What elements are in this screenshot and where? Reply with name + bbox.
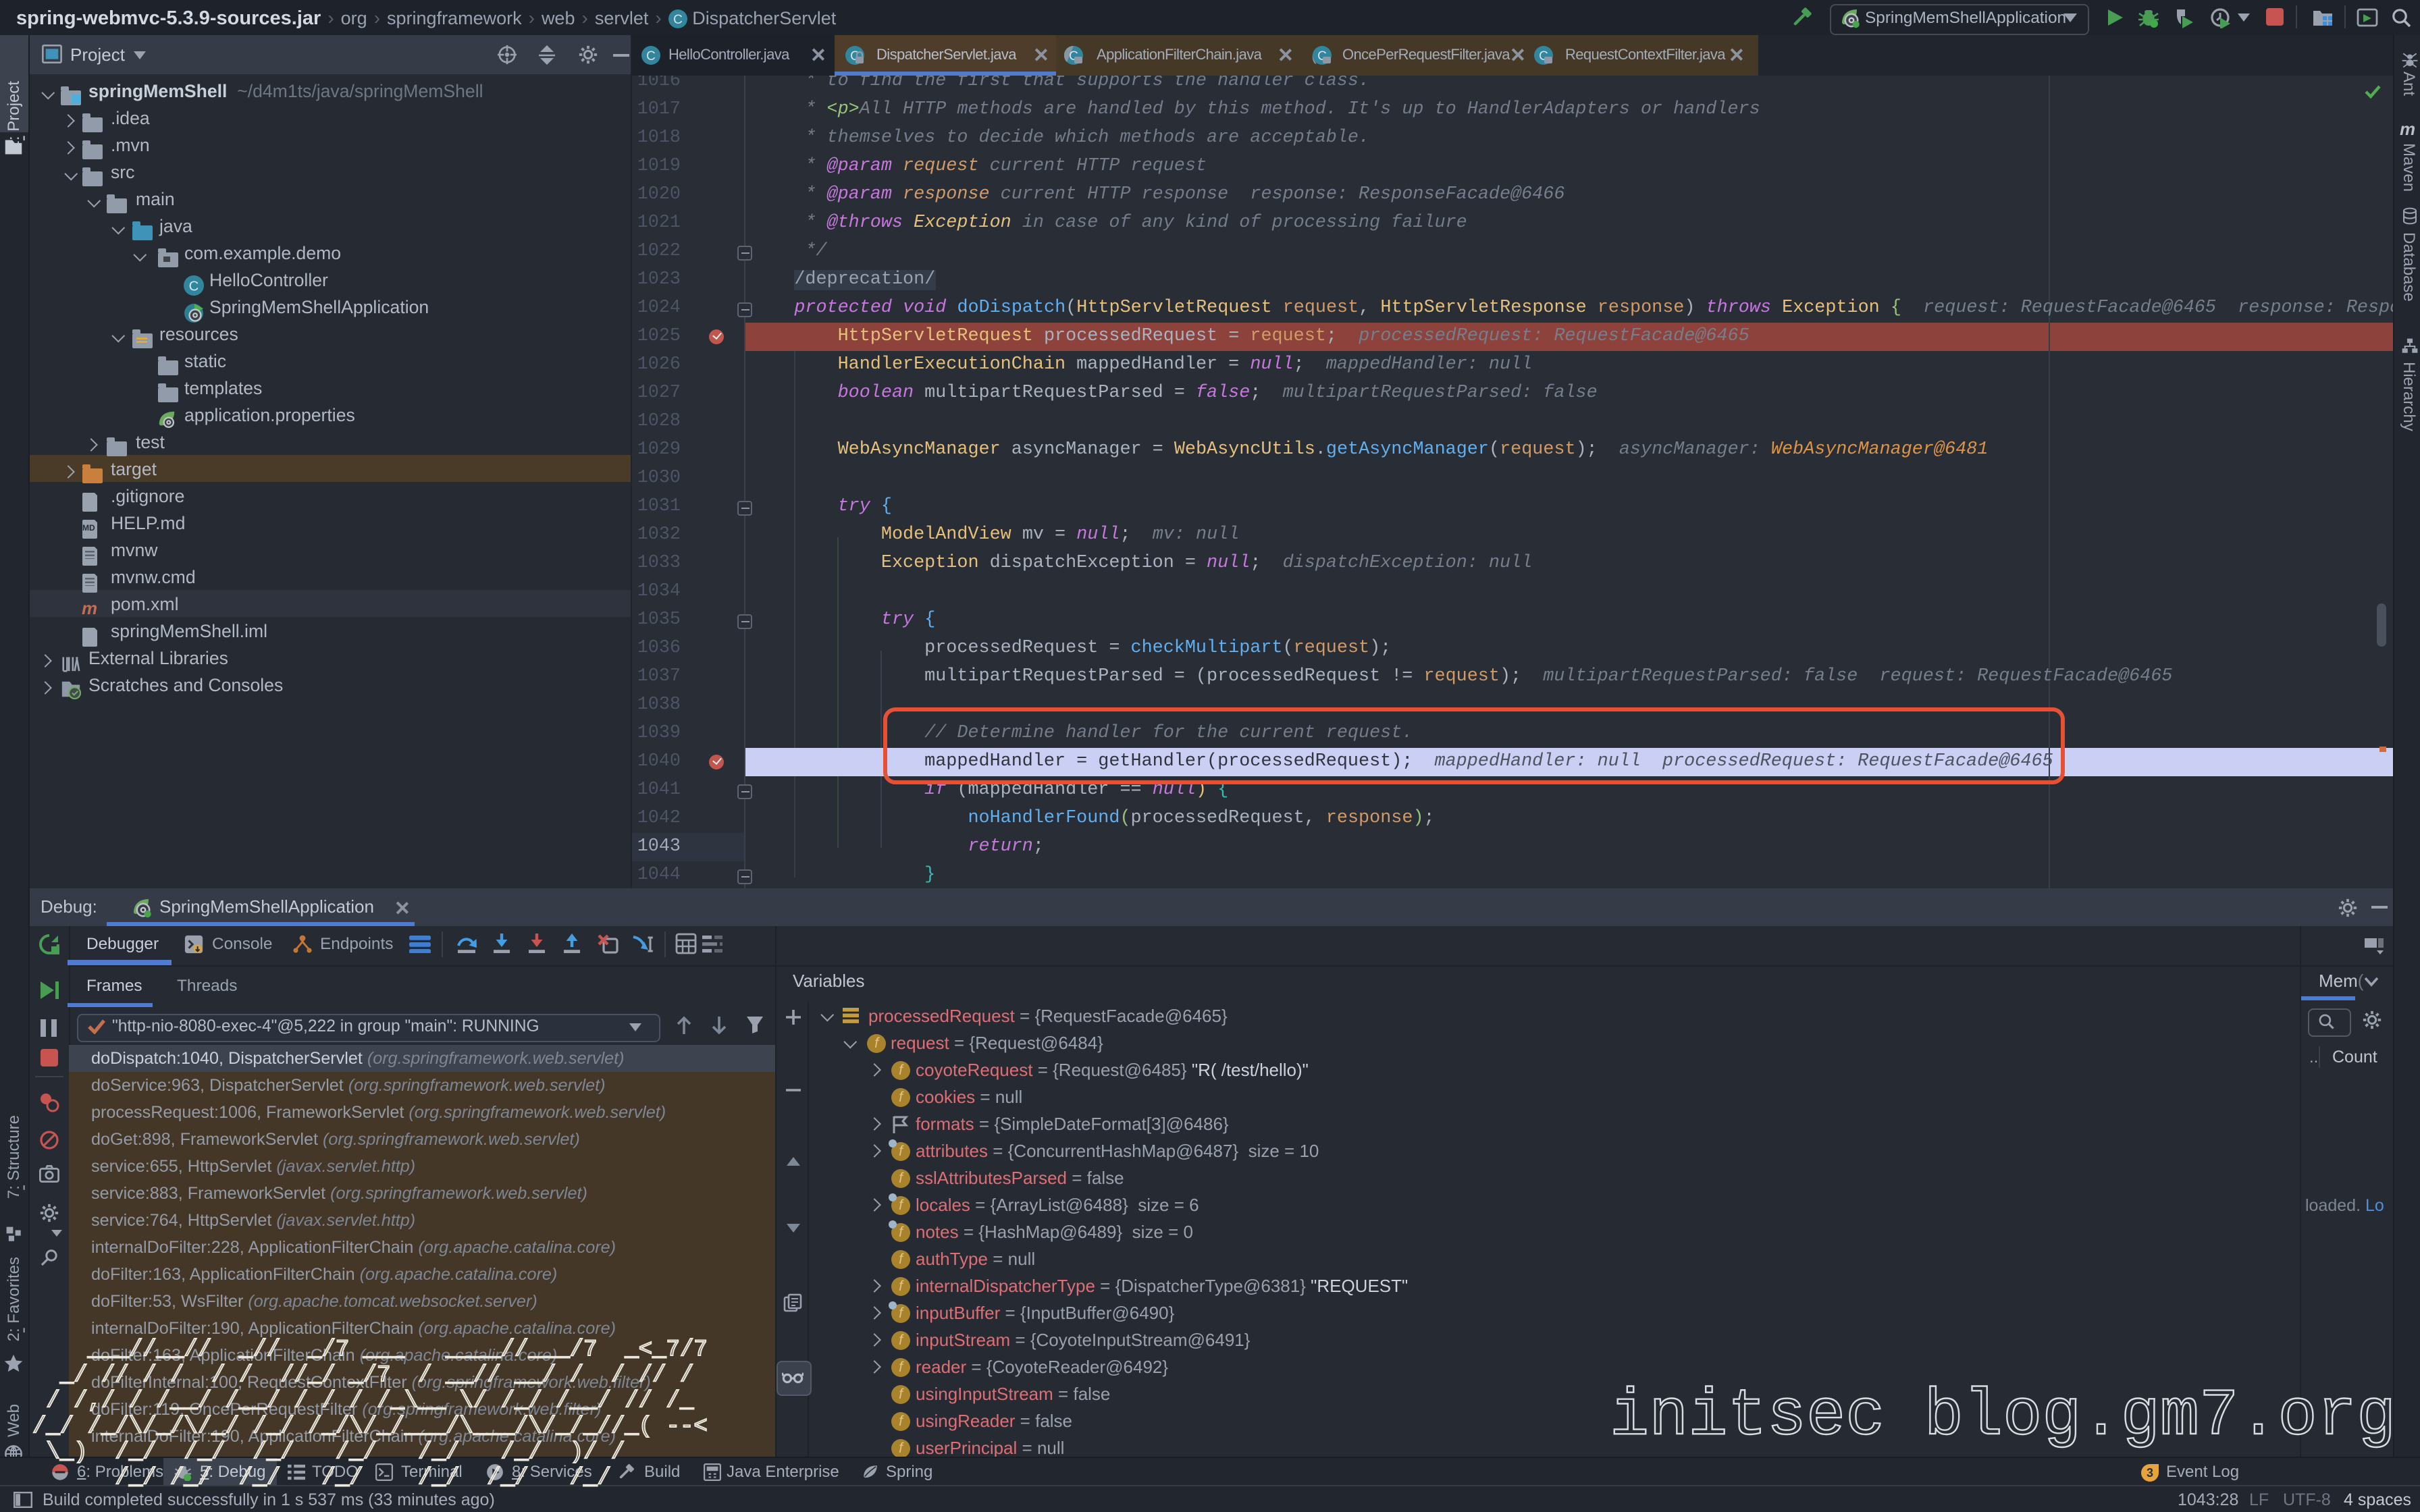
svg-text:C: C	[646, 49, 656, 63]
svg-text:3: 3	[2147, 1465, 2153, 1479]
svg-text:C: C	[673, 13, 683, 27]
svg-text:C: C	[188, 279, 199, 294]
